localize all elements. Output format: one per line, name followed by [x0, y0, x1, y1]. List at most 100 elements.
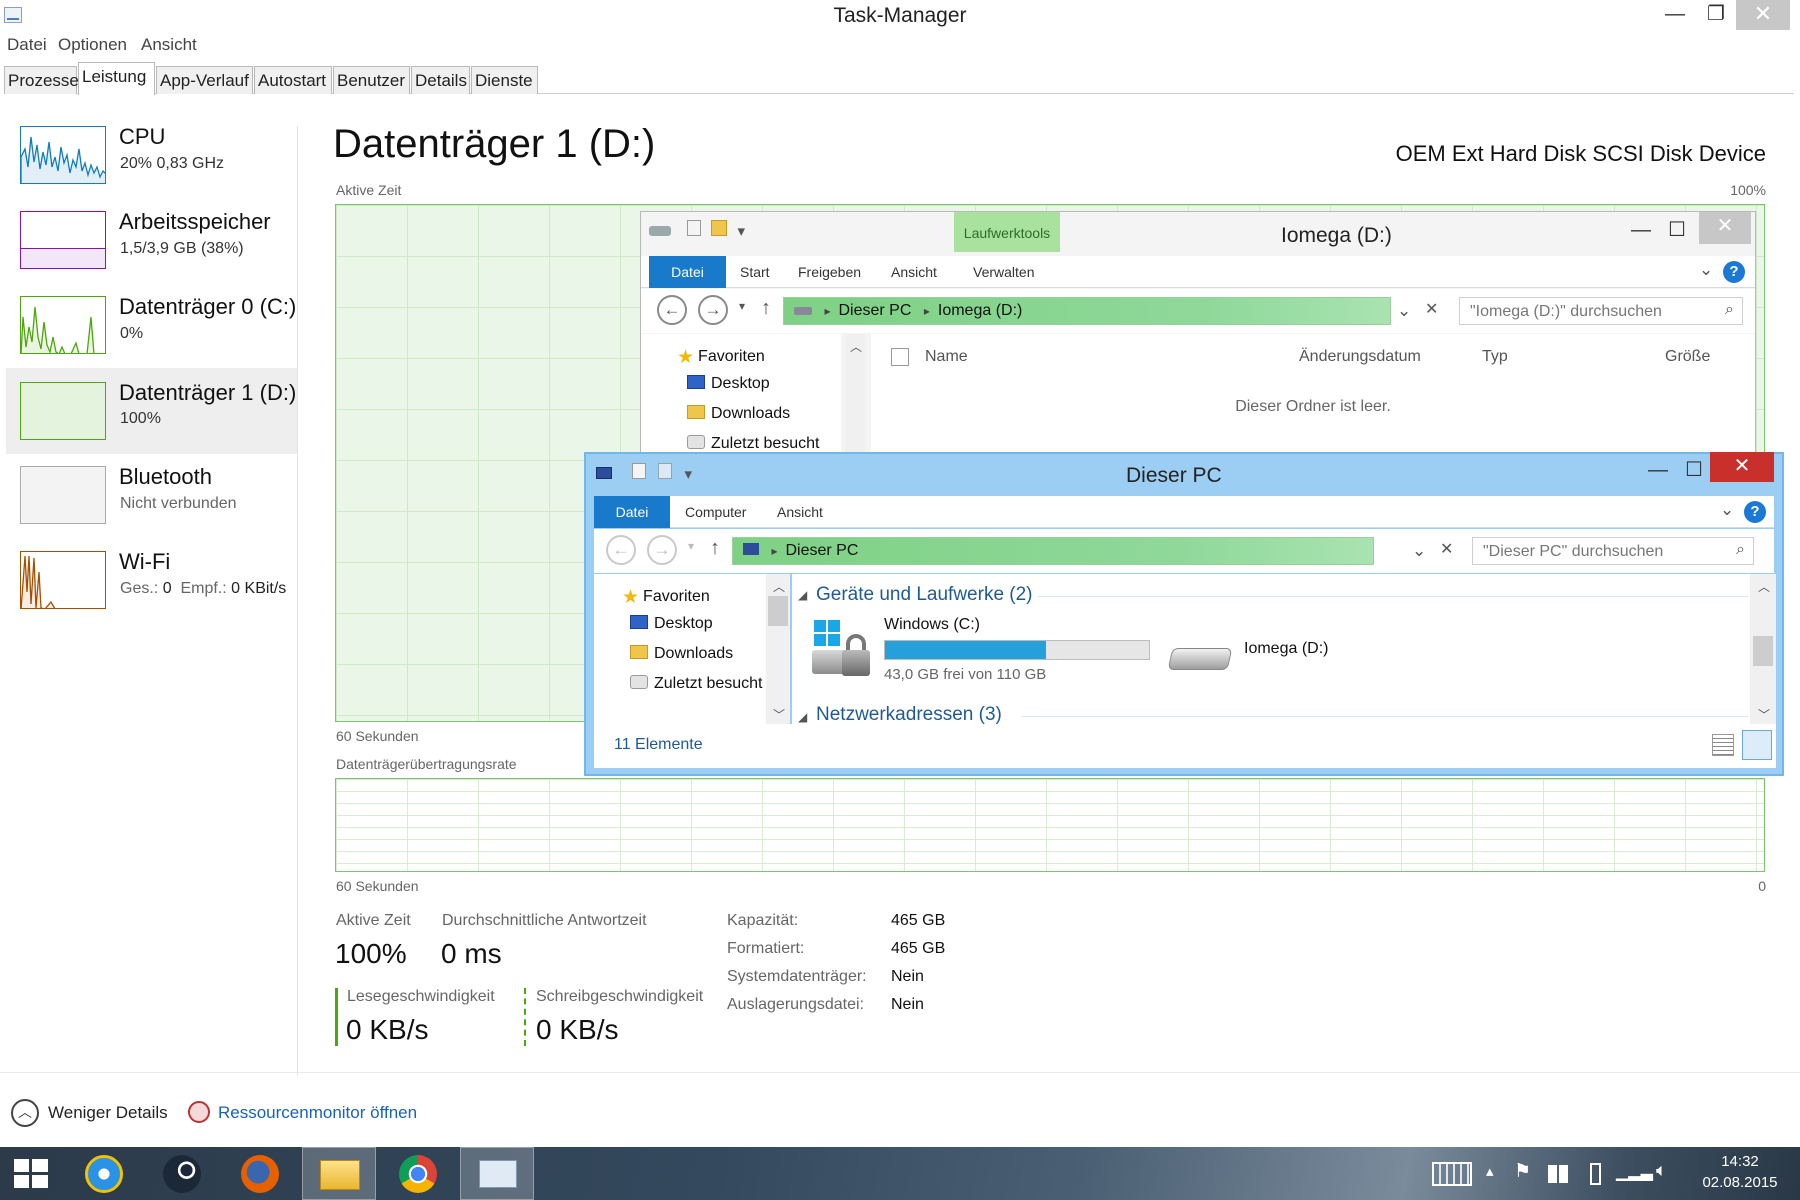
taskbar-file-explorer[interactable]	[302, 1147, 376, 1200]
minimize-button[interactable]: —	[1623, 216, 1659, 246]
search-input[interactable]: "Dieser PC" durchsuchen ⌕	[1472, 537, 1754, 565]
ribbon-tab-datei[interactable]: Datei	[649, 256, 726, 288]
chevron-down-icon[interactable]: ⌄	[1720, 500, 1734, 520]
scroll-up-icon[interactable]: ︿	[850, 338, 862, 355]
customize-toolbar-icon[interactable]: ▾	[685, 466, 693, 483]
menu-optionen[interactable]: Optionen	[58, 35, 127, 55]
column-name[interactable]: Name	[925, 348, 968, 366]
nav-scrollbar[interactable]: ︿	[845, 334, 865, 456]
tab-autostart[interactable]: Autostart	[254, 66, 332, 94]
content-scrollbar[interactable]: ︿ ﹀	[1750, 574, 1776, 724]
column-size[interactable]: Größe	[1665, 348, 1710, 366]
up-arrow-icon[interactable]: ↑	[710, 537, 720, 560]
select-all-checkbox[interactable]	[891, 348, 909, 366]
tab-dienste[interactable]: Dienste	[471, 66, 538, 94]
drive-d-name[interactable]: Iomega (D:)	[1244, 640, 1328, 658]
chevron-down-icon[interactable]: ⌄	[1699, 260, 1713, 280]
windows-update-icon[interactable]	[1548, 1147, 1570, 1200]
maximize-button[interactable]: ☐	[1676, 456, 1712, 486]
address-dropdown-icon[interactable]: ⌄	[1412, 541, 1426, 561]
recent-locations-icon[interactable]: ▾	[688, 539, 694, 553]
scroll-down-icon[interactable]: ﹀	[773, 706, 785, 723]
fewer-details-button[interactable]: Weniger Details	[48, 1103, 168, 1123]
volume-icon[interactable]: 🔈︎	[1656, 1160, 1667, 1200]
group-collapse-icon[interactable]: ◢	[798, 588, 807, 602]
clock[interactable]: 14:32 02.08.2015	[1690, 1151, 1790, 1193]
nav-downloads[interactable]: Downloads	[630, 645, 733, 663]
sidebar-item-bluetooth[interactable]: Bluetooth Nicht verbunden	[6, 464, 297, 536]
nav-recent[interactable]: Zuletzt besucht	[687, 435, 820, 453]
up-arrow-icon[interactable]: ↑	[761, 297, 771, 320]
tab-app-verlauf[interactable]: App-Verlauf	[156, 66, 253, 94]
sidebar-item-memory[interactable]: Arbeitsspeicher 1,5/3,9 GB (38%)	[6, 209, 297, 281]
column-modified[interactable]: Änderungsdatum	[1299, 348, 1421, 366]
properties-icon[interactable]	[687, 220, 702, 236]
scroll-down-icon[interactable]: ﹀	[1758, 706, 1770, 723]
search-input[interactable]: "Iomega (D:)" durchsuchen ⌕	[1459, 297, 1743, 325]
minimize-button[interactable]: —	[1640, 456, 1676, 486]
group-collapse-icon[interactable]: ◢	[798, 710, 807, 724]
breadcrumb-iomega[interactable]: Iomega (D:)	[938, 302, 1022, 319]
tab-benutzer[interactable]: Benutzer	[333, 66, 410, 94]
help-icon[interactable]: ?	[1744, 501, 1766, 523]
ribbon-tab-ansicht[interactable]: Ansicht	[891, 256, 937, 288]
sidebar-item-cpu[interactable]: CPU 20% 0,83 GHz	[6, 124, 297, 196]
scroll-up-icon[interactable]: ︿	[773, 578, 785, 595]
menu-ansicht[interactable]: Ansicht	[141, 35, 197, 55]
nav-favoriten[interactable]: ★ Favoriten	[677, 346, 765, 369]
start-button[interactable]	[0, 1147, 64, 1200]
maximize-button[interactable]: ❐	[1696, 0, 1736, 30]
ribbon-tab-verwalten[interactable]: Verwalten	[973, 256, 1034, 288]
clear-address-icon[interactable]: ✕	[1425, 299, 1438, 319]
group-header-devices[interactable]: Geräte und Laufwerke (2)	[816, 584, 1033, 606]
ribbon-tab-freigeben[interactable]: Freigeben	[798, 256, 861, 288]
sidebar-item-disk-0[interactable]: Datenträger 0 (C:) 0%	[6, 294, 297, 366]
taskbar-internet-explorer[interactable]	[68, 1147, 142, 1200]
address-dropdown-icon[interactable]: ⌄	[1397, 301, 1411, 321]
forward-button[interactable]: →	[647, 535, 677, 565]
sidebar-item-disk-1[interactable]: Datenträger 1 (D:) 100%	[6, 368, 297, 454]
menu-datei[interactable]: Datei	[7, 35, 47, 55]
explorer-window-iomega[interactable]: ▾ Laufwerktools Iomega (D:) — ☐ ✕ Datei …	[640, 211, 1756, 456]
address-bar[interactable]: ▸ Dieser PC	[732, 537, 1374, 565]
address-bar[interactable]: ▸ Dieser PC ▸ Iomega (D:)	[783, 297, 1391, 325]
taskbar-steam[interactable]	[146, 1147, 220, 1200]
help-icon[interactable]: ?	[1723, 261, 1745, 283]
explorer-window-this-pc[interactable]: ▾ Dieser PC — ☐ ✕ Datei Computer Ansicht…	[584, 452, 1784, 776]
nav-favoriten[interactable]: ★ Favoriten	[622, 586, 710, 609]
close-button[interactable]: ✕	[1710, 452, 1774, 482]
maximize-button[interactable]: ☐	[1659, 216, 1695, 246]
ribbon-tab-start[interactable]: Start	[740, 256, 770, 288]
minimize-button[interactable]: —	[1654, 0, 1696, 30]
forward-button[interactable]: →	[698, 295, 728, 325]
ribbon-tab-ansicht[interactable]: Ansicht	[777, 496, 823, 528]
scroll-up-icon[interactable]: ︿	[1758, 578, 1770, 595]
battery-icon[interactable]	[1588, 1147, 1602, 1200]
nav-recent[interactable]: Zuletzt besucht	[630, 675, 763, 693]
nav-downloads[interactable]: Downloads	[687, 405, 790, 423]
details-view-icon[interactable]	[1712, 734, 1734, 756]
show-hidden-icons[interactable]: ▴	[1486, 1162, 1494, 1200]
chevron-up-icon[interactable]: ︿	[11, 1099, 39, 1127]
ribbon-tab-datei[interactable]: Datei	[594, 496, 670, 528]
resource-monitor-link[interactable]: Ressourcenmonitor öffnen	[218, 1103, 417, 1123]
tiles-view-icon[interactable]	[1742, 730, 1772, 760]
scroll-thumb[interactable]	[768, 596, 788, 626]
breadcrumb-dieser-pc[interactable]: Dieser PC	[785, 542, 858, 559]
tab-details[interactable]: Details	[411, 66, 470, 94]
nav-scrollbar[interactable]: ︿ ﹀	[766, 574, 790, 724]
customize-toolbar-icon[interactable]: ▾	[738, 223, 746, 240]
close-button[interactable]: ✕	[1736, 0, 1790, 30]
tab-prozesse[interactable]: Prozesse	[4, 66, 79, 94]
clear-address-icon[interactable]: ✕	[1440, 539, 1453, 559]
keyboard-icon[interactable]	[1428, 1147, 1476, 1200]
sidebar-item-wifi[interactable]: Wi-Fi Ges.: 0 Empf.: 0 KBit/s	[6, 549, 297, 621]
drive-c-name[interactable]: Windows (C:)	[884, 616, 980, 634]
group-header-network[interactable]: Netzwerkadressen (3)	[816, 704, 1002, 724]
nav-desktop[interactable]: Desktop	[687, 375, 770, 393]
windows-drive-icon[interactable]	[810, 616, 876, 682]
nav-desktop[interactable]: Desktop	[630, 615, 713, 633]
external-drive-icon[interactable]	[1167, 638, 1234, 678]
taskbar-chrome[interactable]	[382, 1147, 456, 1200]
network-signal-icon[interactable]: ▁▂▃	[1616, 1162, 1653, 1200]
